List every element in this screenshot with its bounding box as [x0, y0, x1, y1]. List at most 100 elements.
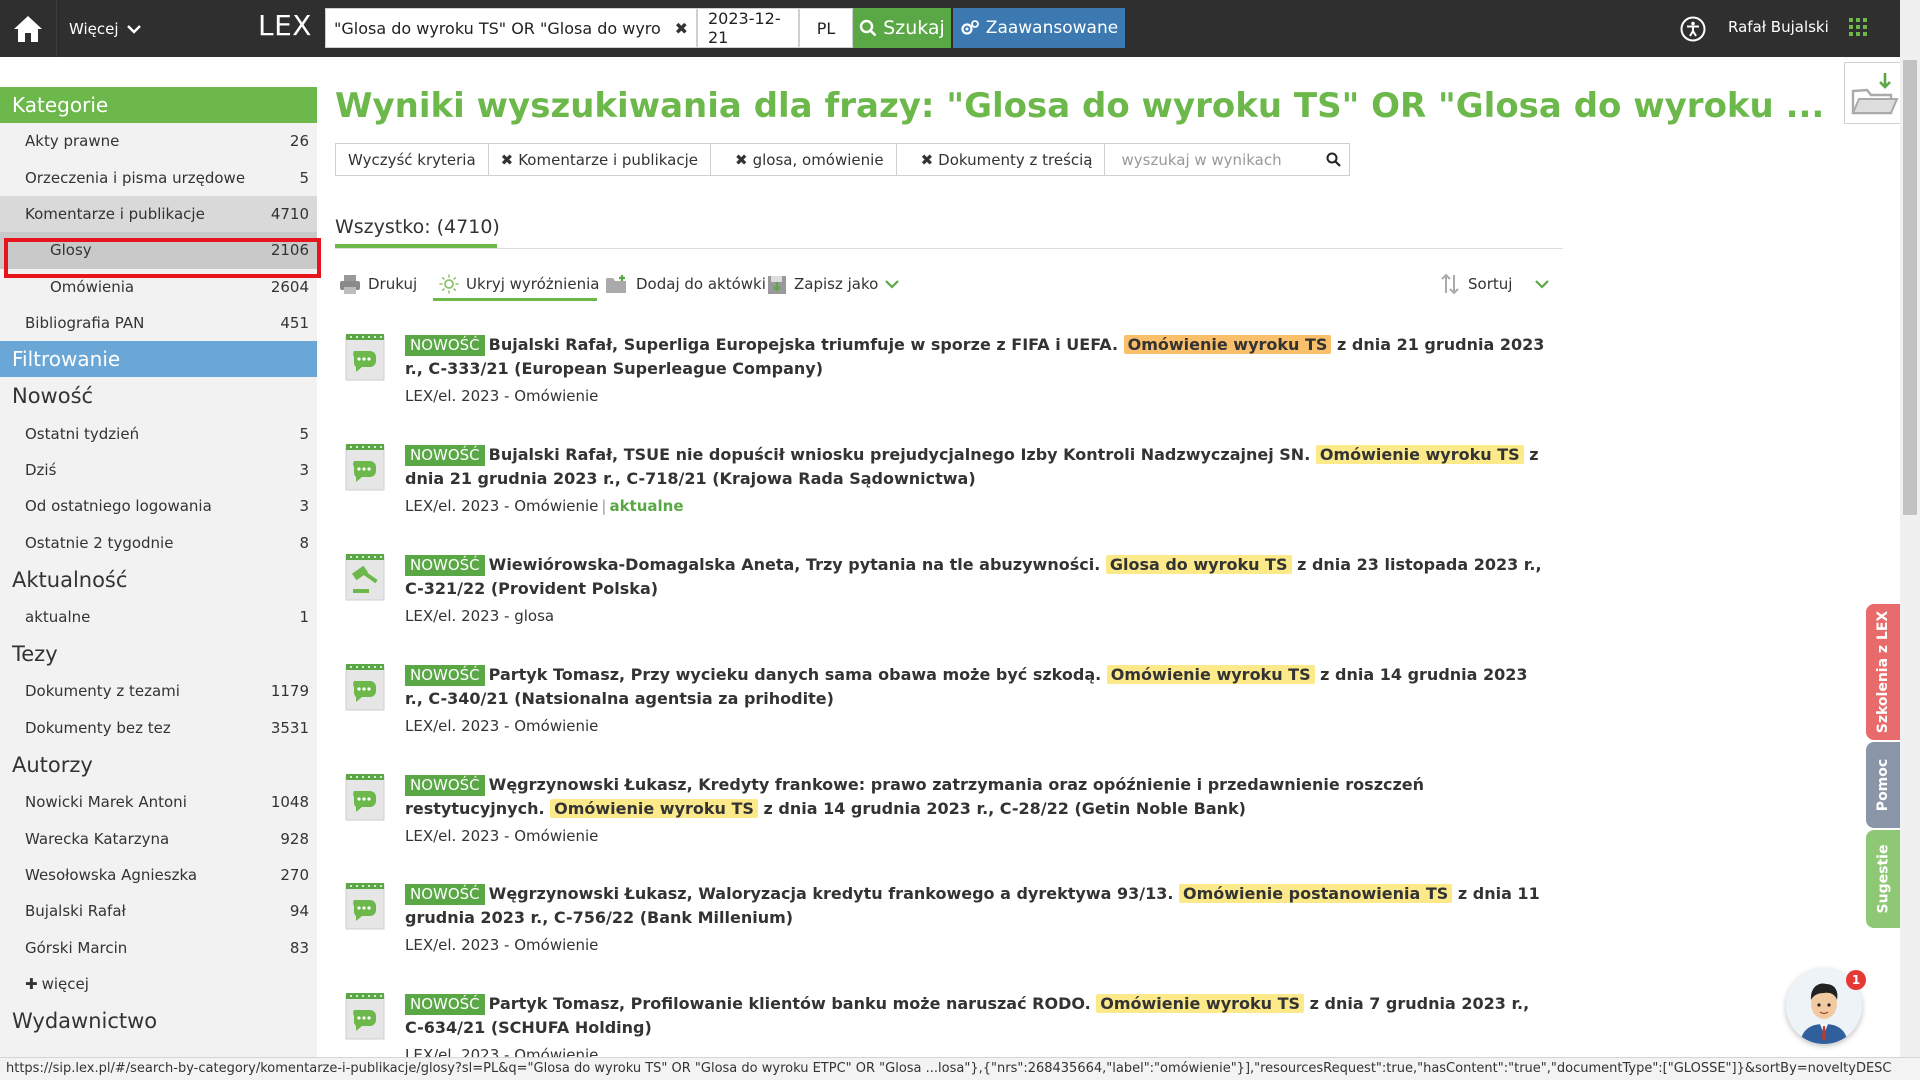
filter-chip[interactable]: ✖ glosa, omówienie	[711, 144, 897, 175]
scrollbar-thumb[interactable]	[1903, 60, 1917, 515]
language-select[interactable]: PL	[799, 8, 853, 48]
filter-item[interactable]: Od ostatniego logowania 3	[0, 488, 317, 524]
category-item-omowienia[interactable]: Omówienia 2604	[0, 269, 317, 305]
show-more-authors-link[interactable]: ✚ więcej	[0, 966, 317, 1002]
filter-count: 5	[299, 424, 309, 443]
apps-grid-icon[interactable]	[1848, 17, 1868, 41]
filter-chip-label: glosa, omówienie	[752, 150, 884, 169]
category-label: Omówienia	[50, 277, 135, 296]
result-title-link[interactable]: NOWOŚĆ Bujalski Rafał, Superliga Europejs…	[405, 333, 1545, 381]
category-item-glosy[interactable]: Glosy 2106	[0, 232, 317, 269]
search-button[interactable]: Szukaj	[853, 8, 951, 48]
search-box: ✖	[325, 8, 697, 48]
gears-icon	[961, 20, 979, 35]
new-badge: NOWOŚĆ	[405, 994, 485, 1015]
search-highlight: Omówienie wyroku TS	[550, 799, 758, 818]
search-input[interactable]	[326, 10, 661, 46]
add-to-folder-button[interactable]: Dodaj do aktówki	[605, 268, 766, 300]
filter-group-title: Nowość	[12, 384, 94, 409]
filter-item[interactable]: Bujalski Rafał 94	[0, 893, 317, 929]
category-item-komentarze[interactable]: Komentarze i publikacje 4710	[0, 195, 317, 233]
result-title-link[interactable]: NOWOŚĆ Bujalski Rafał, TSUE nie dopuścił …	[405, 443, 1545, 491]
search-in-results-field[interactable]: wyszukaj w wynikach	[1105, 144, 1349, 175]
filter-item[interactable]: Wesołowska Agnieszka 270	[0, 857, 317, 893]
search-highlight: Omówienie wyroku TS	[1096, 994, 1305, 1013]
clear-criteria-button[interactable]: Wyczyść kryteria	[336, 144, 489, 175]
clear-search-icon[interactable]: ✖	[675, 19, 688, 38]
remove-filter-icon[interactable]: ✖	[501, 151, 514, 169]
filter-label: Bujalski Rafał	[25, 902, 126, 921]
accessibility-icon[interactable]	[1680, 16, 1706, 46]
save-as-button[interactable]: Zapisz jako	[767, 268, 900, 300]
training-tab-label: Szkolenia z LEX	[1875, 610, 1891, 734]
advanced-search-button[interactable]: Zaawansowane	[953, 8, 1125, 48]
filter-count: 270	[280, 866, 309, 885]
filter-item[interactable]: Warecka Katarzyna 928	[0, 820, 317, 856]
filter-chip[interactable]: ✖ Komentarze i publikacje	[489, 144, 712, 175]
result-body: NOWOŚĆ Partyk Tomasz, Profilowanie klient…	[405, 992, 1545, 1066]
filter-item[interactable]: Nowicki Marek Antoni 1048	[0, 784, 317, 820]
filter-chip[interactable]: ✖ Dokumenty z treścią	[897, 144, 1106, 175]
brand-logo[interactable]: LEX	[258, 9, 312, 42]
hide-highlights-button[interactable]: Ukryj wyróżnienia	[439, 268, 599, 300]
filter-count: 83	[289, 938, 309, 957]
filter-group-title: Aktualność	[12, 567, 128, 592]
result-source: LEX/el. 2023 - Omówienie	[405, 497, 599, 515]
filter-item[interactable]: Dziś 3	[0, 452, 317, 488]
remove-filter-icon[interactable]: ✖	[921, 151, 934, 169]
filter-item[interactable]: Dokumenty z tezami 1179	[0, 673, 317, 709]
category-item-orzeczenia[interactable]: Orzeczenia i pisma urzędowe 5	[0, 159, 317, 195]
result-title-link[interactable]: NOWOŚĆ Wiewiórowska-Domagalska Aneta, Trz…	[405, 553, 1545, 601]
print-button[interactable]: Drukuj	[339, 268, 417, 300]
new-badge: NOWOŚĆ	[405, 775, 485, 796]
result-title-link[interactable]: NOWOŚĆ Partyk Tomasz, Profilowanie klient…	[405, 992, 1545, 1040]
show-more-label: więcej	[41, 975, 89, 994]
filter-group-title: Tezy	[12, 642, 58, 667]
result-title-text: Bujalski Rafał, TSUE nie dopuścił wniosk…	[488, 445, 1316, 464]
result-title-link[interactable]: NOWOŚĆ Węgrzynowski Łukasz, Waloryzacja k…	[405, 882, 1545, 930]
result-meta: LEX/el. 2023 - Omówienie	[405, 715, 1545, 737]
filter-item[interactable]: Górski Marcin 83	[0, 930, 317, 966]
suggestions-tab[interactable]: Sugestie	[1866, 830, 1900, 928]
filter-item[interactable]: aktualne 1	[0, 599, 317, 635]
comment-doc-icon	[345, 444, 385, 491]
filter-count: 94	[289, 902, 309, 921]
filter-label: Dokumenty bez tez	[25, 718, 171, 737]
result-title-link[interactable]: NOWOŚĆ Partyk Tomasz, Przy wycieku danych…	[405, 663, 1545, 711]
remove-filter-icon[interactable]: ✖	[735, 151, 748, 169]
result-title-link[interactable]: NOWOŚĆ Węgrzynowski Łukasz, Kredyty frank…	[405, 773, 1545, 821]
filter-item[interactable]: Ostatni tydzień 5	[0, 415, 317, 451]
filter-count: 1179	[270, 682, 309, 701]
sort-button[interactable]: Sortuj	[1439, 268, 1512, 300]
category-item-bibliografia[interactable]: Bibliografia PAN 451	[0, 305, 317, 341]
result-body: NOWOŚĆ Bujalski Rafał, Superliga Europejs…	[405, 333, 1545, 407]
more-menu[interactable]: Więcej	[56, 0, 141, 57]
result-meta: LEX/el. 2023 - Omówienie	[405, 934, 1545, 956]
date-field[interactable]: 2023-12-21	[697, 8, 799, 48]
help-tab-label: Pomoc	[1875, 758, 1892, 812]
search-icon[interactable]	[1326, 152, 1342, 167]
filter-count: 1048	[270, 793, 309, 812]
category-item-akty-prawne[interactable]: Akty prawne 26	[0, 123, 317, 159]
chevron-down-icon[interactable]	[885, 279, 900, 289]
home-button[interactable]	[0, 0, 56, 57]
filter-item[interactable]: Dokumenty bez tez 3531	[0, 710, 317, 746]
category-label: Bibliografia PAN	[25, 314, 145, 333]
results-toolbar: Drukuj Ukryj wyróżnienia Dodaj do aktówk…	[335, 268, 1563, 301]
filter-count: 1	[299, 608, 309, 627]
advanced-search-label: Zaawansowane	[985, 18, 1119, 38]
user-name[interactable]: Rafał Bujalski	[1728, 18, 1829, 36]
filter-header: Filtrowanie	[0, 341, 317, 378]
help-tab[interactable]: Pomoc	[1866, 742, 1900, 828]
browser-status-bar: https://sip.lex.pl/#/search-by-category/…	[0, 1057, 1920, 1080]
category-label: Komentarze i publikacje	[25, 204, 205, 223]
sort-dropdown[interactable]	[1535, 268, 1549, 300]
filter-count: 3531	[270, 718, 309, 737]
training-tab[interactable]: Szkolenia z LEX	[1866, 604, 1900, 740]
result-title-text: Węgrzynowski Łukasz, Waloryzacja kredytu…	[488, 884, 1179, 903]
briefcase-button[interactable]	[1844, 62, 1900, 124]
filter-item[interactable]: Ostatnie 2 tygodnie 8	[0, 525, 317, 561]
category-label: Akty prawne	[25, 132, 120, 151]
results-tab-all[interactable]: Wszystko: (4710)	[335, 216, 500, 238]
result-title-text: Bujalski Rafał, Superliga Europejska tri…	[488, 335, 1124, 354]
